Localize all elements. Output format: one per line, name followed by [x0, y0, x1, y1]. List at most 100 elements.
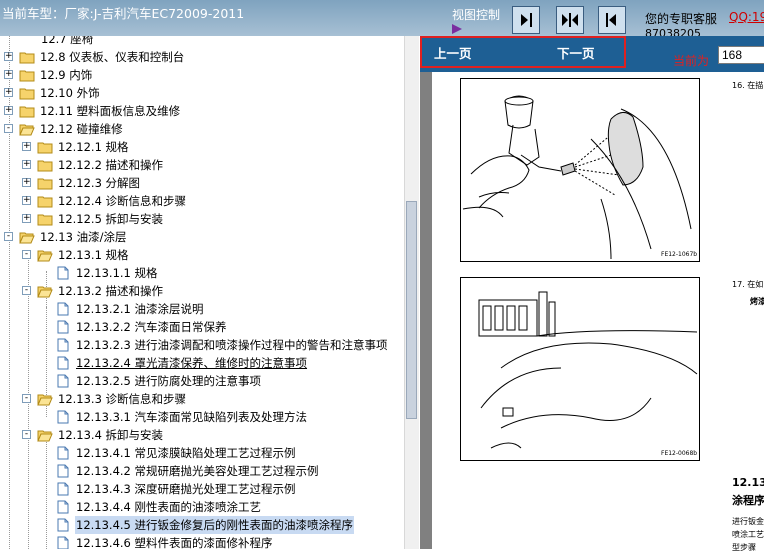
- split-view-icon: [562, 13, 578, 27]
- expand-toggle[interactable]: +: [4, 52, 13, 61]
- tree-node[interactable]: +12.12.4 诊断信息和步骤: [0, 192, 404, 210]
- tree-node-label: 12.12.4 诊断信息和步骤: [58, 194, 187, 208]
- collapse-toggle[interactable]: -: [4, 124, 13, 133]
- tree-node[interactable]: 12.13.3.1 汽车漆面常见缺陷列表及处理方法: [0, 408, 404, 426]
- section-title: 涂程序: [732, 494, 764, 507]
- document-icon: [57, 518, 69, 532]
- expand-toggle[interactable]: +: [22, 214, 31, 223]
- open-folder-icon: [37, 250, 53, 262]
- expand-toggle[interactable]: +: [22, 160, 31, 169]
- spray-painting-illustration: [462, 95, 692, 260]
- collapse-toggle[interactable]: -: [22, 394, 31, 403]
- document-icon: [57, 536, 69, 549]
- document-icon: [57, 410, 69, 424]
- tree-node[interactable]: +12.10 外饰: [0, 84, 404, 102]
- folder-icon: [19, 106, 35, 118]
- collapse-toggle[interactable]: -: [22, 250, 31, 259]
- tree-node-label: 12.12.5 拆卸与安装: [58, 212, 164, 226]
- body-line-2: 喷涂工艺: [732, 530, 764, 539]
- tree-node[interactable]: - 12.13.3 诊断信息和步骤: [0, 390, 404, 408]
- tree-node[interactable]: 12.13.4.4 刚性表面的油漆喷涂工艺: [0, 498, 404, 516]
- tree-node[interactable]: - 12.13.4 拆卸与安装: [0, 426, 404, 444]
- tree-node[interactable]: 12.13.4.3 深度研磨抛光处理工艺过程示例: [0, 480, 404, 498]
- expand-toggle[interactable]: +: [4, 70, 13, 79]
- tree-node-label: 12.13.4.1 常见漆膜缺陷处理工艺过程示例: [76, 446, 296, 460]
- tree-scrollbar[interactable]: [404, 36, 419, 549]
- folder-icon: [37, 214, 53, 226]
- open-folder-icon: [19, 232, 35, 244]
- tree-node-label: 12.9 内饰: [40, 68, 93, 82]
- collapse-toggle[interactable]: -: [4, 232, 13, 241]
- highlight-box: [420, 36, 626, 68]
- tree-node[interactable]: 12.13.4.6 塑料件表面的漆面修补程序: [0, 534, 404, 549]
- tree-node[interactable]: 12.13.1.1 规格: [0, 264, 404, 282]
- folder-icon: [37, 160, 53, 172]
- tree-node[interactable]: 12.13.2.5 进行防腐处理的注意事项: [0, 372, 404, 390]
- tree-node-label: 12.13.4.4 刚性表面的油漆喷涂工艺: [76, 500, 262, 514]
- document-page: FE12-1067b 16. 在描 FE12-0068b 17. 在如 烤漆 1…: [432, 72, 764, 552]
- document-icon: [57, 266, 69, 280]
- tree-node-label: 12.13.4.5 进行钣金修复后的刚性表面的油漆喷涂程序: [75, 516, 355, 534]
- open-folder-icon: [19, 124, 35, 136]
- folder-icon: [37, 196, 53, 208]
- tree-node[interactable]: 12.13.4.5 进行钣金修复后的刚性表面的油漆喷涂程序: [0, 516, 404, 534]
- tree-node-label: 12.13.1 规格: [58, 248, 129, 262]
- tree-node[interactable]: +12.12.3 分解图: [0, 174, 404, 192]
- document-icon: [57, 446, 69, 460]
- view-control-label: 视图控制: [452, 8, 501, 22]
- tree-node[interactable]: +12.9 内饰: [0, 66, 404, 84]
- document-icon: [57, 500, 69, 514]
- tree-node-label: 12.13.4.6 塑料件表面的漆面修补程序: [76, 536, 273, 549]
- current-page-label: 当前为: [673, 54, 710, 68]
- expand-toggle[interactable]: +: [22, 142, 31, 151]
- service-label: 您的专职客服: [645, 12, 718, 26]
- page-number-input[interactable]: [718, 46, 764, 64]
- current-car-title: 当前车型：厂家:J-吉利汽车EC72009-2011: [2, 6, 245, 21]
- flag-icon: [452, 24, 462, 34]
- tree-node[interactable]: 12.13.2.4 罩光清漆保养、维修时的注意事项: [0, 354, 404, 372]
- tree-node-partial[interactable]: 12.7 座椅: [20, 36, 94, 48]
- expand-toggle[interactable]: +: [22, 178, 31, 187]
- figure1-caption: FE12-1067b: [661, 251, 698, 258]
- tree-node[interactable]: - 12.13.1 规格: [0, 246, 404, 264]
- tree-node[interactable]: +12.12.5 拆卸与安装: [0, 210, 404, 228]
- document-icon: [57, 464, 69, 478]
- tree-node[interactable]: - 12.13.2 描述和操作: [0, 282, 404, 300]
- collapse-toggle[interactable]: -: [22, 286, 31, 295]
- tree-node[interactable]: +12.12.2 描述和操作: [0, 156, 404, 174]
- tree-node[interactable]: 12.13.4.1 常见漆膜缺陷处理工艺过程示例: [0, 444, 404, 462]
- tree-node[interactable]: +12.11 塑料面板信息及维修: [0, 102, 404, 120]
- figure2-caption: FE12-0068b: [661, 450, 698, 457]
- view-split-button[interactable]: [556, 6, 584, 34]
- tree-node[interactable]: 12.13.4.2 常规研磨抛光美容处理工艺过程示例: [0, 462, 404, 480]
- tree-node[interactable]: 12.13.2.1 油漆涂层说明: [0, 300, 404, 318]
- tree-node-label: 12.13.3 诊断信息和步骤: [58, 392, 187, 406]
- expand-toggle[interactable]: +: [22, 196, 31, 205]
- document-icon: [57, 374, 69, 388]
- tree-node[interactable]: 12.13.2.3 进行油漆调配和喷漆操作过程中的警告和注意事项: [0, 336, 404, 354]
- align-left-icon: [606, 13, 616, 27]
- spray-gun-figure: FE12-1067b: [460, 78, 700, 262]
- tree-node[interactable]: +12.12.1 规格: [0, 138, 404, 156]
- tree-node[interactable]: +12.8 仪表板、仪表和控制台: [0, 48, 404, 66]
- open-folder-icon: [37, 394, 53, 406]
- expand-toggle[interactable]: +: [4, 106, 13, 115]
- tree-node-label: 12.13.4 拆卸与安装: [58, 428, 164, 442]
- collapse-toggle[interactable]: -: [22, 430, 31, 439]
- tree-node-label: 12.13.4.3 深度研磨抛光处理工艺过程示例: [76, 482, 296, 496]
- tree-scroll-thumb[interactable]: [406, 201, 417, 419]
- view-left-button[interactable]: [598, 6, 626, 34]
- body-line-1: 进行钣金: [732, 517, 764, 526]
- tree-node[interactable]: - 12.12 碰撞维修: [0, 120, 404, 138]
- tree-node[interactable]: - 12.13 油漆/涂层: [0, 228, 404, 246]
- expand-toggle[interactable]: +: [4, 88, 13, 97]
- tree-node[interactable]: 12.13.2.2 汽车漆面日常保养: [0, 318, 404, 336]
- tree-node-label: 12.12.2 描述和操作: [58, 158, 164, 172]
- folder-icon: [19, 88, 35, 100]
- document-icon: [57, 320, 69, 334]
- service-qq-link[interactable]: QQ:19: [729, 10, 764, 24]
- align-right-icon: [521, 13, 532, 27]
- tree-node-label: 12.7 座椅: [41, 36, 94, 46]
- view-single-button[interactable]: [512, 6, 540, 34]
- paint-booth-illustration: [478, 291, 698, 449]
